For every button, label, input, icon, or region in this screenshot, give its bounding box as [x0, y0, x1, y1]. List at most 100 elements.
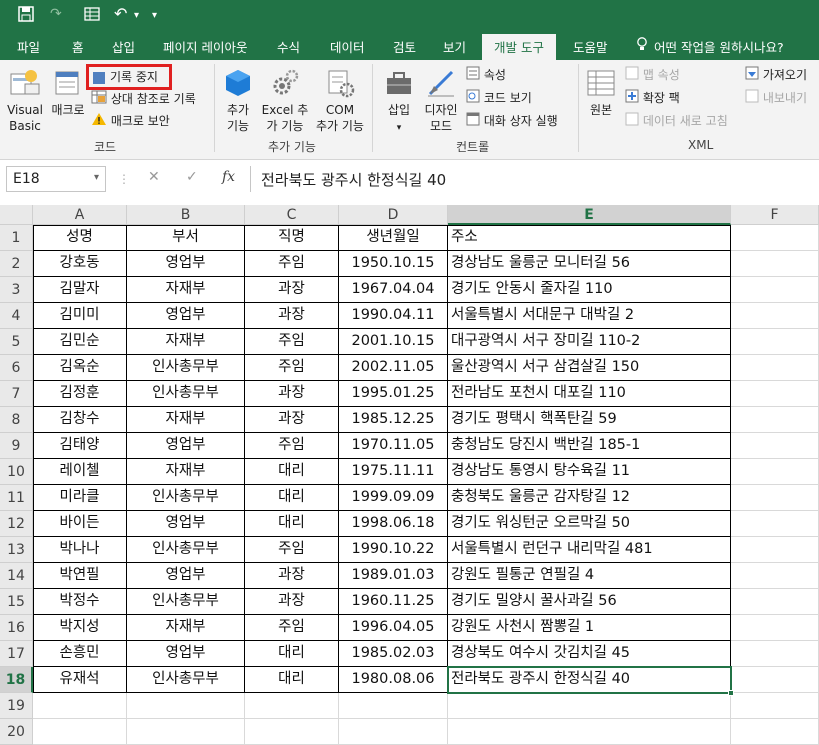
macros-button[interactable]: 매크로	[48, 68, 88, 118]
tab-home[interactable]: 홈	[72, 37, 84, 56]
table-cell[interactable]: 1990.10.22	[339, 537, 448, 563]
table-cell[interactable]: 1985.12.25	[339, 407, 448, 433]
row-header[interactable]: 15	[0, 589, 33, 615]
table-cell[interactable]	[731, 537, 819, 563]
table-cell[interactable]: 과장	[245, 589, 339, 615]
column-header-a[interactable]: A	[33, 205, 127, 225]
table-cell[interactable]: 1995.01.25	[339, 381, 448, 407]
table-cell[interactable]: 충청북도 울릉군 감자탕길 12	[448, 485, 731, 511]
expansion-packs-button[interactable]: 확장 팩	[625, 88, 680, 108]
select-all-corner[interactable]	[0, 205, 33, 225]
table-cell[interactable]: 대리	[245, 459, 339, 485]
table-cell[interactable]: 과장	[245, 563, 339, 589]
table-cell[interactable]: 1996.04.05	[339, 615, 448, 641]
table-cell[interactable]: 경기도 안동시 줄자길 110	[448, 277, 731, 303]
row-header[interactable]: 9	[0, 433, 33, 459]
table-cell[interactable]: 인사총무부	[127, 355, 245, 381]
table-cell[interactable]: 강원도 필통군 연필길 4	[448, 563, 731, 589]
table-cell[interactable]	[339, 719, 448, 745]
table-cell[interactable]: 자재부	[127, 459, 245, 485]
name-box[interactable]: E18 ▾	[6, 166, 106, 192]
table-cell[interactable]: 박나나	[33, 537, 127, 563]
table-cell[interactable]: 자재부	[127, 277, 245, 303]
design-mode-button[interactable]: 디자인 모드	[420, 68, 462, 134]
table-cell[interactable]: 1967.04.04	[339, 277, 448, 303]
table-cell[interactable]: 울산광역시 서구 삼겹살길 150	[448, 355, 731, 381]
table-header-cell[interactable]	[731, 225, 819, 251]
row-header[interactable]: 18	[0, 667, 33, 693]
stop-recording-button[interactable]: 기록 중지	[86, 64, 172, 90]
table-cell[interactable]	[731, 329, 819, 355]
tell-me-search[interactable]: 어떤 작업을 원하시나요?	[654, 37, 784, 56]
cancel-icon[interactable]: ✕	[148, 169, 160, 185]
insert-control-button[interactable]: 삽입 ▾	[378, 68, 420, 136]
tab-formulas[interactable]: 수식	[277, 37, 300, 56]
row-header[interactable]: 20	[0, 719, 33, 745]
view-code-button[interactable]: 코드 보기	[466, 88, 532, 108]
table-cell[interactable]	[448, 719, 731, 745]
row-header[interactable]: 1	[0, 225, 33, 251]
table-cell[interactable]: 김민순	[33, 329, 127, 355]
table-cell[interactable]: 주임	[245, 329, 339, 355]
table-cell[interactable]: 경상남도 통영시 탕수육길 11	[448, 459, 731, 485]
form-icon[interactable]	[84, 6, 100, 26]
table-cell[interactable]: 1998.06.18	[339, 511, 448, 537]
table-cell[interactable]	[731, 355, 819, 381]
addins-button[interactable]: 추가 기능	[220, 68, 256, 134]
table-cell[interactable]	[245, 719, 339, 745]
table-cell[interactable]: 영업부	[127, 433, 245, 459]
table-cell[interactable]: 1989.01.03	[339, 563, 448, 589]
table-cell[interactable]: 대구광역시 서구 장미길 110-2	[448, 329, 731, 355]
run-dialog-button[interactable]: 대화 상자 실행	[466, 111, 558, 131]
chevron-down-icon[interactable]: ▾	[94, 172, 99, 183]
tab-file[interactable]: 파일	[17, 37, 40, 56]
row-header[interactable]: 13	[0, 537, 33, 563]
row-header[interactable]: 6	[0, 355, 33, 381]
table-cell[interactable]: 박지성	[33, 615, 127, 641]
table-cell[interactable]	[731, 277, 819, 303]
row-header[interactable]: 2	[0, 251, 33, 277]
table-cell[interactable]: 대리	[245, 667, 339, 693]
tab-developer[interactable]: 개발 도구	[482, 34, 556, 60]
table-cell[interactable]: 영업부	[127, 303, 245, 329]
table-cell[interactable]: 인사총무부	[127, 485, 245, 511]
table-cell[interactable]	[448, 693, 731, 719]
row-header[interactable]: 16	[0, 615, 33, 641]
table-cell[interactable]: 김옥순	[33, 355, 127, 381]
undo-icon[interactable]: ↶	[114, 4, 127, 23]
com-addins-button[interactable]: COM 추가 기능	[312, 68, 368, 134]
table-cell[interactable]: 1970.11.05	[339, 433, 448, 459]
table-cell[interactable]	[731, 589, 819, 615]
table-cell[interactable]: 인사총무부	[127, 667, 245, 693]
table-cell[interactable]: 김창수	[33, 407, 127, 433]
row-header[interactable]: 4	[0, 303, 33, 329]
table-cell[interactable]: 김태양	[33, 433, 127, 459]
table-cell[interactable]	[731, 485, 819, 511]
table-cell[interactable]: 대리	[245, 641, 339, 667]
save-icon[interactable]	[18, 6, 34, 26]
table-cell[interactable]: 대리	[245, 511, 339, 537]
table-cell[interactable]: 자재부	[127, 329, 245, 355]
refresh-data-button[interactable]: 데이터 새로 고침	[625, 111, 728, 131]
table-cell[interactable]	[245, 693, 339, 719]
table-cell[interactable]: 김미미	[33, 303, 127, 329]
table-cell[interactable]: 박정수	[33, 589, 127, 615]
xml-export-button[interactable]: 내보내기	[745, 88, 807, 108]
row-header[interactable]: 10	[0, 459, 33, 485]
table-cell[interactable]	[731, 667, 819, 693]
column-header-c[interactable]: C	[245, 205, 339, 225]
visual-basic-button[interactable]: Visual Basic	[4, 68, 46, 134]
table-header-cell[interactable]: 주소	[448, 225, 731, 251]
tab-insert[interactable]: 삽입	[112, 37, 135, 56]
table-cell[interactable]	[731, 381, 819, 407]
table-cell[interactable]: 1950.10.15	[339, 251, 448, 277]
excel-addins-button[interactable]: Excel 추가 기능	[259, 68, 311, 134]
insert-function-button[interactable]: fx	[222, 169, 235, 185]
table-cell[interactable]: 자재부	[127, 407, 245, 433]
table-cell[interactable]	[731, 563, 819, 589]
column-header-b[interactable]: B	[127, 205, 245, 225]
customize-qat-button[interactable]: ▾	[152, 10, 157, 21]
undo-dropdown-icon[interactable]: ▾	[134, 10, 139, 21]
table-cell[interactable]: 바이든	[33, 511, 127, 537]
table-cell[interactable]: 충청남도 당진시 백반길 185-1	[448, 433, 731, 459]
